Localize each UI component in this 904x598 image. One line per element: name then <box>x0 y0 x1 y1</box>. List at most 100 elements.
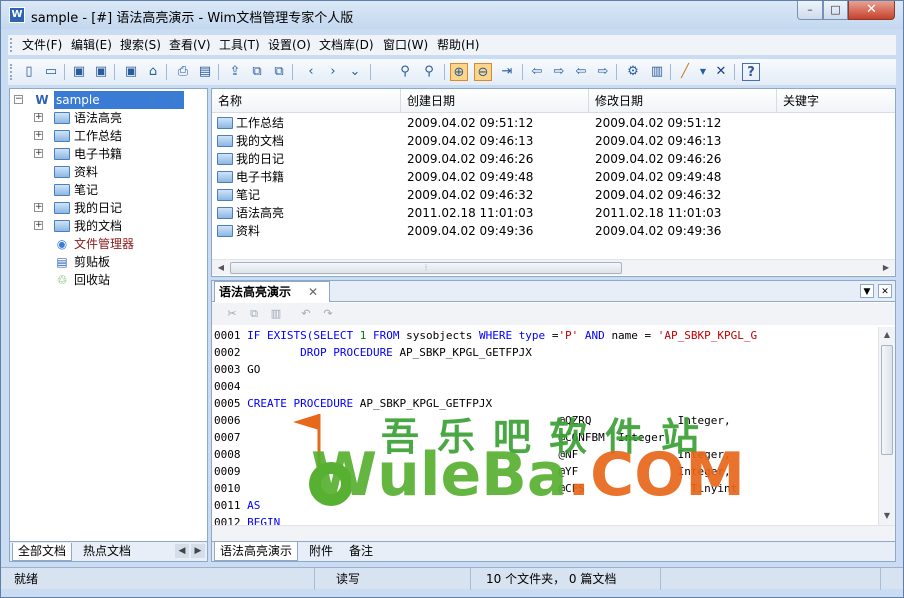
tab-scroll-left-icon[interactable]: ◀ <box>175 544 189 558</box>
back-icon[interactable]: ‹ <box>302 63 320 81</box>
properties-icon[interactable]: ⚙ <box>624 63 642 81</box>
dropdown-icon[interactable]: ▼ <box>694 63 712 81</box>
save-all-icon[interactable]: ▣ <box>92 63 110 81</box>
menu-window[interactable]: 窗口(W) <box>383 37 428 53</box>
menu-file[interactable]: 文件(F) <box>22 37 62 53</box>
tree-item[interactable]: + 语法高亮 <box>30 109 200 127</box>
new-doc-icon[interactable]: ▯ <box>20 63 38 81</box>
tree-root-label[interactable]: sample <box>54 91 184 109</box>
save-as-icon[interactable]: ▣ <box>122 63 140 81</box>
list-row[interactable]: 工作总结 2009.04.02 09:51:12 2009.04.02 09:51:… <box>212 114 895 132</box>
list-row[interactable]: 资料 2009.04.02 09:49:36 2009.04.02 09:49:36 <box>212 222 895 240</box>
scroll-thumb[interactable]: ⦙ <box>230 262 622 274</box>
tab-all-docs[interactable]: 全部文档 <box>12 543 73 561</box>
copy-doc-icon[interactable]: ⧉ <box>248 63 266 81</box>
export-icon[interactable]: ⌂ <box>144 63 162 81</box>
find-next-icon[interactable]: ⚲ <box>420 63 438 81</box>
title-bar[interactable]: W sample - [#] 语法高亮演示 - Wim文档管理专家个人版 – □… <box>1 1 903 29</box>
redo-icon[interactable]: ↷ <box>320 306 336 322</box>
scroll-down-icon[interactable]: ▼ <box>880 509 894 523</box>
tree-item[interactable]: ♲ 回收站 <box>30 271 200 289</box>
save-icon[interactable]: ▣ <box>70 63 88 81</box>
expand-icon[interactable]: + <box>34 221 43 230</box>
down-icon[interactable]: ⌄ <box>346 63 364 81</box>
tree-root[interactable]: − W sample ⇧ ⇩ <box>14 91 204 109</box>
tree-item[interactable]: + 工作总结 <box>30 127 200 145</box>
scroll-thumb[interactable] <box>881 345 893 455</box>
menu-search[interactable]: 搜索(S) <box>120 37 161 53</box>
minimize-button[interactable]: – <box>797 1 823 20</box>
menu-edit[interactable]: 编辑(E) <box>71 37 112 53</box>
expand-icon[interactable]: + <box>34 131 43 140</box>
tab-scroll-right-icon[interactable]: ▶ <box>191 544 205 558</box>
column-name[interactable]: 名称 <box>212 89 401 113</box>
tree-item[interactable]: ◉ 文件管理器 <box>30 235 200 253</box>
find-icon[interactable]: ⚲ <box>396 63 414 81</box>
close-doc-icon[interactable]: ✕ <box>878 284 892 298</box>
scroll-up-icon[interactable]: ▲ <box>880 328 894 342</box>
tab-content[interactable]: 语法高亮演示 <box>214 542 299 561</box>
tab-syntax-demo[interactable]: 语法高亮演示 ✕ <box>214 281 330 302</box>
tree-item[interactable]: 资料 <box>30 163 200 181</box>
copy-icon[interactable]: ⧉ <box>246 306 262 322</box>
list-row[interactable]: 语法高亮 2011.02.18 11:01:03 2011.02.18 11:01:… <box>212 204 895 222</box>
clipboard-icon[interactable]: ▥ <box>648 63 666 81</box>
expand-icon[interactable]: + <box>34 149 43 158</box>
print-icon[interactable]: ⎙ <box>174 63 192 81</box>
tab-list-icon[interactable]: ▼ <box>860 284 874 298</box>
tree-item[interactable]: ▤ 剪贴板 <box>30 253 200 271</box>
forward-icon[interactable]: › <box>324 63 342 81</box>
tab-notes[interactable]: 备注 <box>344 542 378 561</box>
expand-icon[interactable]: + <box>34 113 43 122</box>
list-horizontal-scrollbar[interactable]: ◀ ⦙ ▶ <box>212 259 895 275</box>
editor-vertical-scrollbar[interactable]: ▲ ▼ <box>878 327 895 525</box>
tree-item[interactable]: + 电子书籍 <box>30 145 200 163</box>
print-preview-icon[interactable]: ▤ <box>196 63 214 81</box>
delete-icon[interactable]: ✕ <box>712 63 730 81</box>
column-modified[interactable]: 修改日期 <box>589 89 777 113</box>
scroll-right-icon[interactable]: ▶ <box>879 261 893 275</box>
column-keywords[interactable]: 关键字 <box>777 89 895 113</box>
tab-hot-docs[interactable]: 热点文档 <box>78 543 136 561</box>
list-row[interactable]: 我的文档 2009.04.02 09:46:13 2009.04.02 09:46:… <box>212 132 895 150</box>
tree-item[interactable]: + 我的日记 <box>30 199 200 217</box>
scroll-left-icon[interactable]: ◀ <box>214 261 228 275</box>
tab-attachments[interactable]: 附件 <box>304 542 338 561</box>
toolbar-grip[interactable] <box>10 64 13 80</box>
list-row[interactable]: 我的日记 2009.04.02 09:46:26 2009.04.02 09:46:… <box>212 150 895 168</box>
open-icon[interactable]: ▭ <box>42 63 60 81</box>
zoom-in-icon[interactable]: ⊕ <box>450 63 468 81</box>
cut-icon[interactable]: ✂ <box>224 306 240 322</box>
help-icon[interactable]: ? <box>742 63 760 81</box>
menu-tools[interactable]: 工具(T) <box>219 37 260 53</box>
tab-close-icon[interactable]: ✕ <box>308 282 318 302</box>
code-editor[interactable]: 0001 IF EXISTS(SELECT 1 FROM sysobjects … <box>212 327 878 525</box>
move-up-icon[interactable]: ⇧ <box>144 92 160 108</box>
import-icon[interactable]: ⇪ <box>226 63 244 81</box>
goto-icon[interactable]: ⇥ <box>498 63 516 81</box>
next2-icon[interactable]: ⇨ <box>594 63 612 81</box>
next-icon[interactable]: ⇨ <box>550 63 568 81</box>
collapse-icon[interactable]: − <box>14 95 23 104</box>
zoom-out-icon[interactable]: ⊖ <box>474 63 492 81</box>
menu-settings[interactable]: 设置(O) <box>268 37 311 53</box>
pen-icon[interactable]: ╱ <box>676 63 694 81</box>
paste-doc-icon[interactable]: ⧉ <box>270 63 288 81</box>
expand-icon[interactable]: + <box>34 203 43 212</box>
undo-icon[interactable]: ↶ <box>298 306 314 322</box>
menu-view[interactable]: 查看(V) <box>169 37 211 53</box>
paste-icon[interactable]: ▥ <box>268 306 284 322</box>
editor-horizontal-scrollbar[interactable] <box>212 525 895 541</box>
column-created[interactable]: 创建日期 <box>401 89 589 113</box>
menu-help[interactable]: 帮助(H) <box>437 37 479 53</box>
list-row[interactable]: 电子书籍 2009.04.02 09:49:48 2009.04.02 09:49:… <box>212 168 895 186</box>
prev-icon[interactable]: ⇦ <box>528 63 546 81</box>
close-button[interactable]: ✕ <box>848 1 895 20</box>
move-down-icon[interactable]: ⇩ <box>166 92 182 108</box>
prev2-icon[interactable]: ⇦ <box>572 63 590 81</box>
maximize-button[interactable]: □ <box>823 1 848 20</box>
list-row[interactable]: 笔记 2009.04.02 09:46:32 2009.04.02 09:46:32 <box>212 186 895 204</box>
tree-item[interactable]: + 我的文档 <box>30 217 200 235</box>
menu-library[interactable]: 文档库(D) <box>319 37 374 53</box>
menu-grip[interactable] <box>10 38 13 52</box>
